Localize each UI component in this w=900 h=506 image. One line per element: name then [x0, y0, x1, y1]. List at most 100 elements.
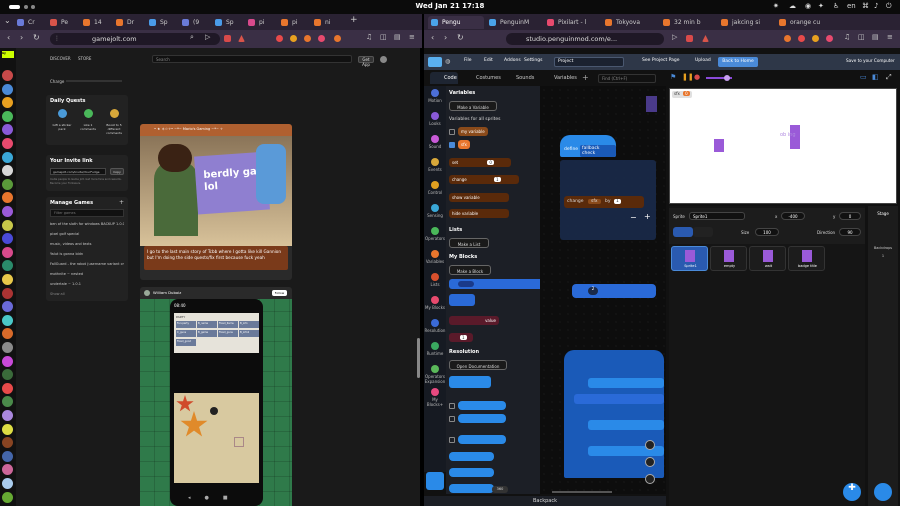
address-bar[interactable]: studio.penguinmod.com/e... [506, 33, 664, 45]
quest-label[interactable]: Boost to 5 different comments [102, 123, 126, 135]
set-value[interactable]: 0 [487, 160, 494, 165]
by-value[interactable]: 1 [614, 199, 621, 204]
cloud-tray-icon[interactable]: ☁ [789, 2, 796, 10]
sidebar-icon[interactable]: ◫ [858, 33, 865, 41]
language-icon[interactable]: ◍ [445, 58, 450, 65]
x-input[interactable]: -400 [781, 212, 805, 220]
extension-icon[interactable] [304, 35, 311, 42]
sfx-dropdown[interactable]: sfx [588, 199, 601, 204]
extension-icon[interactable] [334, 35, 341, 42]
extension-icon[interactable] [318, 35, 325, 42]
resolution-block[interactable] [458, 401, 506, 410]
quest-label[interactable]: Gift a sticker pack [50, 123, 74, 131]
category-control[interactable]: Control [424, 181, 446, 195]
community-avatar[interactable] [2, 464, 13, 476]
post-author[interactable]: • ★ ＊☆✧• ~*~ Mario's Gaming ~*~ ✧ [154, 127, 288, 132]
community-avatar[interactable] [2, 138, 13, 149]
browser-tab[interactable]: jakcing si [718, 16, 774, 29]
community-avatar[interactable] [2, 342, 13, 353]
browser-tab[interactable]: Pengu [428, 16, 484, 29]
zoom-reset-button[interactable] [645, 474, 655, 484]
category-operators[interactable]: Operators [424, 227, 446, 241]
game-list-item[interactable]: ben of the sloth for windows BACKUP 1.0.… [50, 222, 124, 226]
playlist-icon[interactable]: ♫ [366, 33, 372, 41]
community-avatar[interactable] [2, 83, 13, 95]
variable-checkbox[interactable] [449, 129, 455, 135]
extension-icon[interactable] [784, 35, 791, 42]
power-icon[interactable]: ⏻ [886, 2, 892, 11]
get-app-button[interactable]: Get App [358, 56, 374, 67]
size-input[interactable]: 100 [755, 228, 779, 236]
extension-icon[interactable] [826, 35, 833, 42]
gear-tray-icon[interactable]: ✷ [773, 2, 779, 10]
search-icon[interactable]: ⌕ [190, 33, 194, 42]
wait-block[interactable]: 2 [572, 284, 656, 298]
community-avatar[interactable] [2, 328, 13, 340]
language-indicator[interactable]: en [847, 2, 856, 10]
custom-block[interactable] [449, 294, 475, 306]
rewards-icon[interactable] [238, 35, 245, 42]
sidebar-icon[interactable]: ◫ [380, 33, 387, 41]
add-extension-button[interactable] [426, 472, 444, 490]
penguinmod-logo[interactable] [428, 57, 442, 67]
avatar[interactable] [380, 56, 387, 63]
network-icon[interactable]: ⌘ [862, 2, 869, 10]
define-hat-block[interactable]: define fallback check [560, 135, 616, 157]
discover-link[interactable]: DISCOVER [50, 56, 71, 61]
zoom-in-button[interactable] [645, 440, 655, 450]
game-list-item[interactable]: music, videos and texts [50, 242, 124, 246]
tab-code[interactable]: Code [430, 72, 458, 84]
make-block-button[interactable]: Make a Block [449, 265, 491, 275]
browser-tab[interactable]: Pixilart - l [544, 16, 600, 29]
community-avatar[interactable] [2, 410, 13, 421]
playlist-icon[interactable]: ♫ [844, 33, 850, 41]
fullscreen-icon[interactable]: ⤢ [886, 73, 892, 82]
resolution-block[interactable] [449, 452, 494, 461]
brave-shield-icon[interactable] [224, 35, 231, 42]
browser-tab[interactable]: Pe [47, 16, 78, 29]
back-icon[interactable]: ‹ [431, 33, 434, 42]
make-variable-button[interactable]: Make a Variable [449, 101, 497, 111]
project-title-input[interactable]: Project [554, 57, 624, 67]
back-to-home-button[interactable]: Back to Home [718, 57, 758, 67]
category-motion[interactable]: Motion [424, 89, 446, 103]
community-avatar[interactable] [2, 165, 13, 177]
community-avatar[interactable] [2, 355, 13, 367]
change-variable-block[interactable]: change 1 [449, 175, 519, 184]
resolution-checkbox[interactable] [449, 403, 455, 409]
apps-tray-icon[interactable]: ◉ [805, 2, 811, 10]
community-avatar[interactable] [2, 260, 13, 272]
forward-icon[interactable]: › [444, 33, 447, 42]
gamejolt-search-input[interactable]: Search [152, 55, 352, 63]
tab-variables[interactable]: Variables [540, 72, 577, 84]
game-list-item[interactable]: mothnite ~ nested [50, 272, 124, 276]
settings-tray-icon[interactable]: ✦ [818, 2, 824, 10]
resolution-block[interactable] [458, 414, 506, 423]
browser-tab[interactable]: Dr [113, 16, 144, 29]
back-icon[interactable]: ‹ [7, 33, 10, 42]
browser-tab[interactable]: Sp [146, 16, 177, 29]
community-avatar[interactable] [2, 206, 13, 217]
filter-games-input[interactable]: Filter games [50, 209, 124, 217]
community-avatar[interactable] [2, 178, 13, 190]
accessibility-icon[interactable]: ♿ [833, 2, 839, 10]
browser-tab[interactable]: (9 [179, 16, 210, 29]
extension-icon[interactable] [812, 35, 819, 42]
resolution-block[interactable] [449, 484, 494, 493]
post-image[interactable]: berdly gay lol [140, 136, 292, 246]
community-avatar[interactable] [2, 124, 13, 136]
category-sensing[interactable]: Sensing [424, 204, 446, 218]
menu-settings[interactable]: Settings [524, 58, 542, 63]
y-input[interactable]: 0 [839, 212, 861, 220]
show-all-link[interactable]: Show all [50, 292, 65, 296]
tab-sounds[interactable]: Sounds [502, 72, 534, 84]
site-info-icon[interactable]: ⋮ [54, 35, 60, 42]
community-avatar[interactable] [2, 151, 13, 163]
brave-shield-icon[interactable] [686, 35, 693, 42]
community-avatar[interactable] [2, 233, 13, 245]
menu-icon[interactable]: ≡ [887, 33, 893, 41]
category-sound[interactable]: Sound [424, 135, 446, 149]
small-stage-icon[interactable]: ▭ [860, 73, 867, 81]
resolution-checkbox[interactable] [449, 437, 455, 443]
add-tab-icon[interactable]: + [582, 73, 589, 82]
